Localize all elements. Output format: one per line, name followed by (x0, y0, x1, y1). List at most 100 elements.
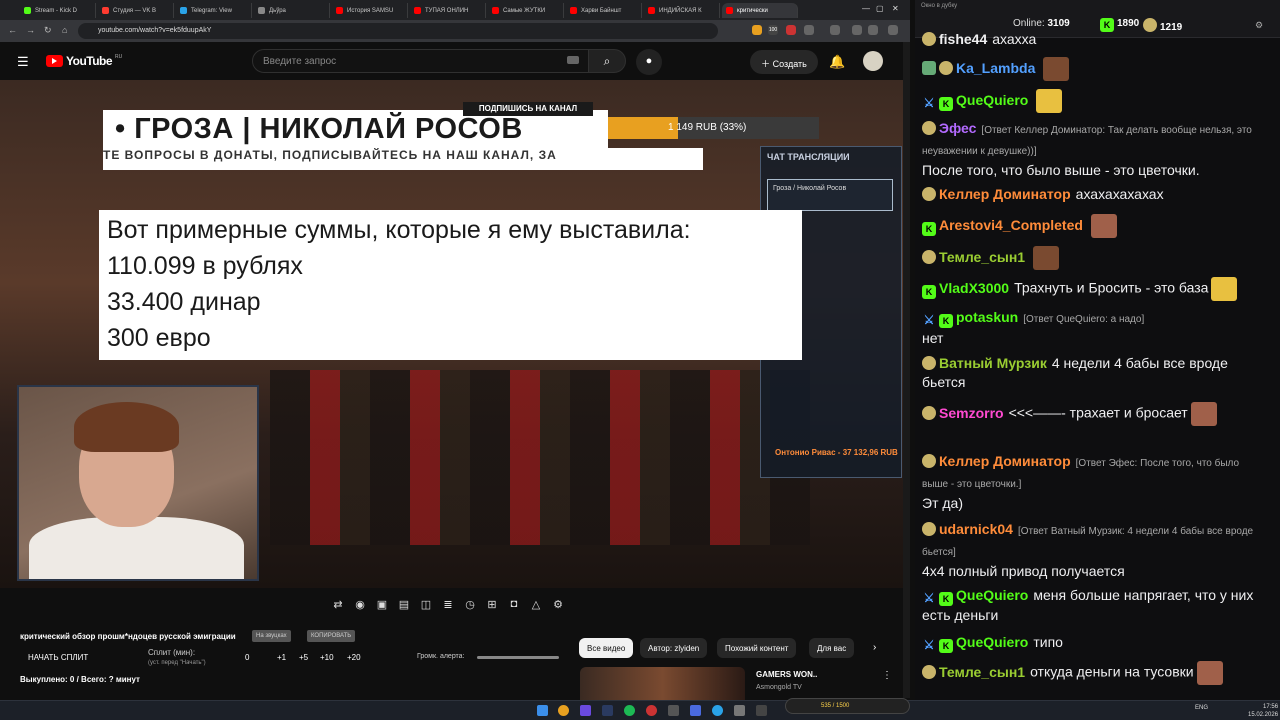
alert-volume-slider[interactable] (477, 656, 559, 659)
flask-icon[interactable]: △ (528, 598, 544, 612)
close-icon[interactable]: ✕ (892, 4, 899, 13)
kick-badge-icon: K (939, 592, 953, 606)
browser-tab[interactable]: Telegram: View (176, 3, 252, 18)
chat-username[interactable]: Эфес (939, 120, 976, 136)
extension-badge[interactable]: 100 (768, 25, 778, 35)
app-icon[interactable] (756, 705, 767, 716)
bell-icon[interactable]: 🔔 (829, 54, 845, 70)
gear-icon[interactable]: ⚙ (550, 598, 566, 612)
language-indicator[interactable]: ENG (1195, 705, 1208, 711)
chat-username[interactable]: QueQuiero (956, 587, 1028, 603)
reload-icon[interactable]: ↻ (44, 25, 52, 36)
browser-tab[interactable]: История SAMSU (332, 3, 408, 18)
no-sound-button[interactable]: На звуцках (252, 630, 291, 642)
plus-icon: ＋ (761, 59, 773, 69)
browser-tab[interactable]: ТУПАЯ ОНЛИН (410, 3, 486, 18)
browser-tab[interactable]: критически (722, 3, 798, 18)
chrome-icon[interactable] (558, 705, 569, 716)
tab-favicon (648, 7, 655, 14)
chip-all-videos[interactable]: Все видео (579, 638, 634, 658)
more-menu-icon[interactable]: ⋮ (882, 670, 892, 681)
back-icon[interactable]: ← (8, 25, 17, 35)
chip-similar[interactable]: Похожий контент (717, 638, 797, 658)
keyboard-icon[interactable] (567, 56, 579, 64)
extensions-icon[interactable] (804, 25, 814, 35)
maximize-icon[interactable]: ▢ (876, 4, 884, 13)
search-button[interactable]: ⌕ (588, 49, 626, 73)
copy-button[interactable]: КОПИРОВАТЬ (307, 630, 356, 642)
search-input[interactable]: Введите запрос (252, 49, 592, 73)
recommendation-channel[interactable]: Asmongold TV (756, 684, 802, 691)
chat-username[interactable]: Ka_Lambda (956, 60, 1035, 76)
browser-tab[interactable]: ИНДИЙСКАЯ К (644, 3, 720, 18)
chevron-right-icon[interactable]: › (873, 642, 876, 653)
windows-start-icon[interactable] (537, 705, 548, 716)
youtube-logo[interactable]: YouTube RU (46, 54, 122, 68)
hamburger-icon[interactable]: ☰ (17, 54, 29, 70)
url-field[interactable]: youtube.com/watch?v=ek5fduupAkY (78, 23, 718, 39)
scrollbar[interactable] (903, 42, 910, 698)
chat-username[interactable]: fishe44 (939, 31, 987, 47)
browser-tab[interactable]: Самые ЖУТКИ (488, 3, 564, 18)
chat-username[interactable]: Келлер Доминатор (939, 186, 1071, 202)
recommendation-thumbnail[interactable] (580, 667, 745, 700)
start-split-button[interactable]: НАЧАТЬ СПЛИТ (28, 653, 88, 662)
chat-username[interactable]: potaskun (956, 309, 1018, 325)
add-icon[interactable]: ⊞ (484, 598, 500, 612)
loop-icon[interactable]: ⇄ (330, 598, 346, 612)
chat-username[interactable]: Semzorro (939, 405, 1004, 421)
chat-username[interactable]: Темле_сын1 (939, 664, 1025, 680)
chat-username[interactable]: QueQuiero (956, 92, 1028, 108)
camera-icon[interactable]: ◘ (506, 598, 522, 612)
profile-icon[interactable] (852, 25, 862, 35)
download-icon[interactable] (830, 25, 840, 35)
voice-search-button[interactable]: ● (636, 49, 662, 75)
chat-username[interactable]: QueQuiero (956, 634, 1028, 650)
clapper-icon[interactable]: ▤ (396, 598, 412, 612)
steam-icon[interactable] (602, 705, 613, 716)
emote-image (1211, 277, 1238, 301)
clock[interactable]: 17:56 15.02.2026 (1248, 703, 1278, 719)
split-value[interactable]: 0 (245, 653, 249, 662)
create-button[interactable]: ＋ Создать (750, 50, 818, 74)
chat-username[interactable]: VladX3000 (939, 280, 1009, 296)
create-label: Создать (772, 59, 807, 69)
browser-tab[interactable]: Харви Байншт (566, 3, 642, 18)
split-add-5-button[interactable]: +5 (299, 653, 308, 662)
split-add-10-button[interactable]: +10 (320, 653, 334, 662)
home-icon[interactable]: ⌂ (62, 25, 67, 35)
chat-username[interactable]: Ватный Мурзик (939, 355, 1047, 371)
browser-tab[interactable]: Студия — VK В (98, 3, 174, 18)
chat-username[interactable]: udarnick04 (939, 521, 1013, 537)
chat-username[interactable]: Келлер Доминатор (939, 453, 1071, 469)
chat-username[interactable]: Arestovi4_Completed (939, 217, 1083, 233)
app-icon[interactable] (646, 705, 657, 716)
spotify-icon[interactable] (624, 705, 635, 716)
browser-tab[interactable]: Дьўра (254, 3, 330, 18)
app-icon[interactable] (580, 705, 591, 716)
recommendation-title[interactable]: GAMERS WON.. (756, 670, 817, 679)
app-icon[interactable] (734, 705, 745, 716)
pip-icon[interactable]: ◫ (418, 598, 434, 612)
chip-for-you[interactable]: Для вас (809, 638, 855, 658)
app-icon[interactable] (690, 705, 701, 716)
split-add-20-button[interactable]: +20 (347, 653, 361, 662)
minimize-icon[interactable]: — (862, 4, 870, 13)
split-add-1-button[interactable]: +1 (277, 653, 286, 662)
broadcast-icon[interactable]: ◉ (352, 598, 368, 612)
video-player[interactable]: • ГРОЗА | НИКОЛАЙ РОСОВ ПОДПИШИСЬ НА КАН… (0, 80, 905, 588)
telegram-icon[interactable] (712, 705, 723, 716)
list-icon[interactable]: ≣ (440, 598, 456, 612)
split-view-icon[interactable] (868, 25, 878, 35)
menu-icon[interactable] (888, 25, 898, 35)
screen-settings-icon[interactable]: ▣ (374, 598, 390, 612)
extension-icon[interactable] (752, 25, 762, 35)
forward-icon[interactable]: → (26, 25, 35, 35)
extension-icon[interactable] (786, 25, 796, 35)
avatar[interactable] (863, 51, 883, 71)
obs-icon[interactable] (668, 705, 679, 716)
speed-icon[interactable]: ◷ (462, 598, 478, 612)
chip-author[interactable]: Автор: zlyiden (640, 638, 708, 658)
chat-username[interactable]: Темле_сын1 (939, 249, 1025, 265)
browser-tab[interactable]: Stream - Kick D (20, 3, 96, 18)
